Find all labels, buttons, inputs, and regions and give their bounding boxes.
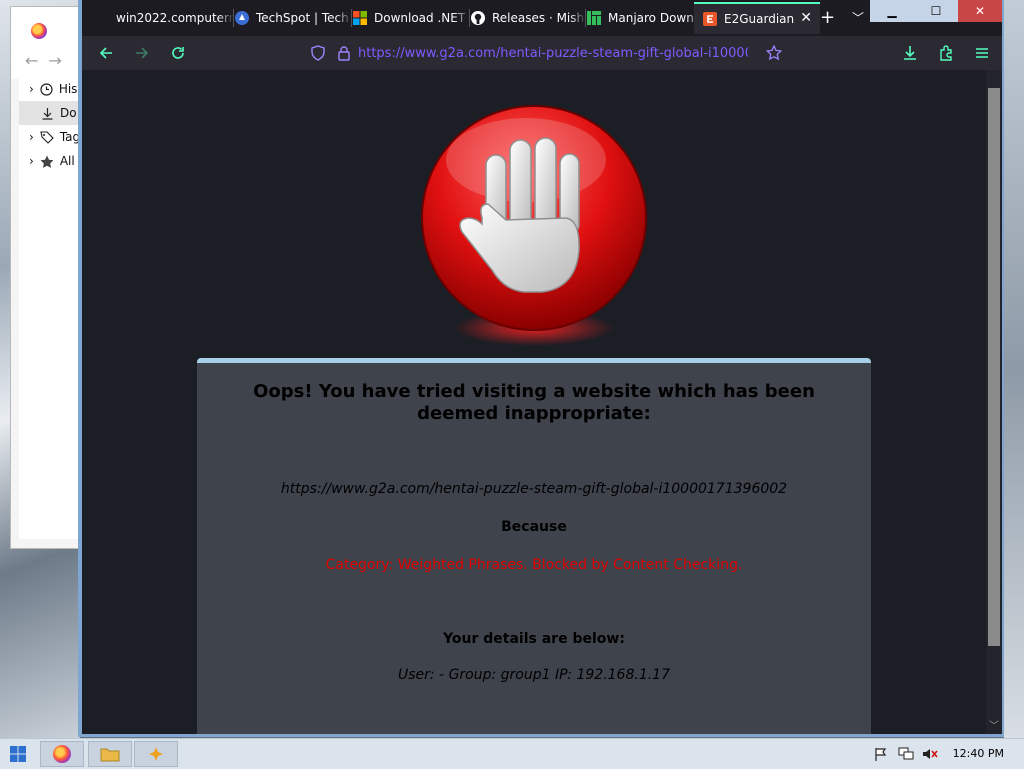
- library-titlebar: [11, 7, 81, 41]
- because-label: Because: [501, 519, 567, 535]
- tab-close-icon[interactable]: ✕: [800, 10, 812, 26]
- reload-icon[interactable]: [170, 45, 186, 61]
- techspot-icon: [234, 10, 250, 26]
- tree-item-all-bookmarks[interactable]: › All: [19, 149, 81, 173]
- back-arrow-icon[interactable]: ←: [25, 51, 38, 70]
- browser-window[interactable]: win2022.computern TechSpot | Tech Downlo…: [78, 0, 1004, 737]
- tab-label: win2022.computern: [116, 11, 234, 25]
- window-controls: ▁ ☐ ✕: [870, 0, 1002, 22]
- tree-item-label: Do: [60, 106, 77, 120]
- library-nav: ← →: [11, 41, 81, 79]
- blocked-url: https://www.g2a.com/hentai-puzzle-steam-…: [280, 481, 788, 497]
- chevron-right-icon[interactable]: ›: [29, 82, 34, 96]
- flag-icon[interactable]: [874, 747, 888, 761]
- tree-item-tags[interactable]: › Tag: [19, 125, 81, 149]
- star-icon: [40, 155, 54, 168]
- maximize-button[interactable]: ☐: [914, 0, 958, 22]
- details-title: Your details are below:: [443, 631, 625, 647]
- forward-arrow-icon[interactable]: [134, 45, 150, 61]
- minimize-button[interactable]: ▁: [870, 0, 914, 22]
- lock-icon[interactable]: [336, 45, 352, 61]
- download-icon: [42, 107, 53, 120]
- clock-icon: [40, 82, 53, 96]
- tab-releases[interactable]: Releases · Mish: [462, 4, 586, 32]
- hamburger-menu-icon[interactable]: [974, 45, 990, 61]
- taskbar: 12:40 PM: [0, 738, 1024, 769]
- extensions-puzzle-icon[interactable]: [938, 45, 954, 61]
- desktop-background-right: [1004, 0, 1024, 738]
- e2guardian-icon: [702, 11, 718, 27]
- tab-label: Download .NET: [374, 11, 466, 25]
- tree-item-history[interactable]: › His: [19, 77, 81, 101]
- tag-icon: [40, 130, 54, 144]
- downloads-icon[interactable]: [902, 45, 918, 61]
- github-icon: [470, 10, 486, 26]
- taskbar-clock[interactable]: 12:40 PM: [953, 747, 1004, 760]
- tab-manjaro[interactable]: Manjaro Down: [578, 4, 702, 32]
- windows-logo-icon: [10, 746, 26, 762]
- address-bar[interactable]: https://www.g2a.com/hentai-puzzle-steam-…: [304, 39, 794, 67]
- sparkle-app-icon: [149, 747, 163, 761]
- network-icon[interactable]: [898, 747, 914, 761]
- microsoft-icon: [352, 10, 368, 26]
- start-button[interactable]: [0, 741, 36, 767]
- new-tab-plus-icon[interactable]: +: [820, 7, 835, 28]
- block-heading: Oops! You have tried visiting a website …: [253, 381, 815, 424]
- back-arrow-icon[interactable]: [98, 45, 114, 61]
- taskbar-file-explorer[interactable]: [88, 741, 132, 767]
- volume-muted-icon[interactable]: [922, 747, 938, 761]
- library-window[interactable]: ← → › His Do › Tag › All: [10, 6, 82, 549]
- navigation-toolbar: https://www.g2a.com/hentai-puzzle-steam-…: [82, 36, 1002, 70]
- scroll-down-arrow-icon[interactable]: ﹀: [989, 717, 999, 732]
- page-content: Oops! You have tried visiting a website …: [82, 70, 986, 734]
- close-button[interactable]: ✕: [958, 0, 1002, 22]
- page-scrollbar[interactable]: ﹀: [986, 70, 1002, 734]
- tab-label: TechSpot | Tech: [256, 11, 349, 25]
- bookmark-star-icon[interactable]: [766, 45, 782, 61]
- chevron-right-icon[interactable]: ›: [29, 130, 34, 144]
- list-all-tabs-chevron-icon[interactable]: ﹀: [852, 9, 864, 26]
- folder-icon: [100, 748, 120, 762]
- tree-item-downloads[interactable]: Do: [19, 101, 81, 125]
- stop-hand-icon: [421, 105, 647, 346]
- tab-techspot[interactable]: TechSpot | Tech: [226, 4, 352, 32]
- firefox-logo-icon: [31, 23, 47, 39]
- forward-arrow-icon[interactable]: →: [48, 51, 61, 70]
- taskbar-app-3[interactable]: [134, 741, 178, 767]
- tree-item-label: All: [59, 154, 75, 168]
- tab-download-net[interactable]: Download .NET: [344, 4, 470, 32]
- url-text[interactable]: https://www.g2a.com/hentai-puzzle-steam-…: [358, 46, 748, 61]
- block-reason: Category: Weighted Phrases. Blocked by C…: [325, 557, 743, 573]
- tab-win2022[interactable]: win2022.computern: [108, 4, 234, 32]
- block-message-card: Oops! You have tried visiting a website …: [197, 358, 871, 734]
- manjaro-icon: [586, 10, 602, 26]
- tab-e2guardian[interactable]: E2Guardian ✕: [694, 2, 820, 34]
- tab-label: E2Guardian: [724, 12, 795, 26]
- taskbar-firefox[interactable]: [40, 741, 84, 767]
- library-tree: › His Do › Tag › All: [19, 77, 81, 539]
- tab-strip: win2022.computern TechSpot | Tech Downlo…: [82, 0, 1002, 36]
- firefox-icon: [53, 745, 71, 763]
- scrollbar-thumb[interactable]: [988, 88, 1000, 646]
- tab-label: Manjaro Down: [608, 11, 694, 25]
- shield-icon[interactable]: [310, 45, 326, 61]
- tree-item-label: His: [58, 82, 78, 96]
- chevron-right-icon[interactable]: ›: [29, 154, 34, 168]
- user-details: User: - Group: group1 IP: 192.168.1.17: [397, 667, 670, 683]
